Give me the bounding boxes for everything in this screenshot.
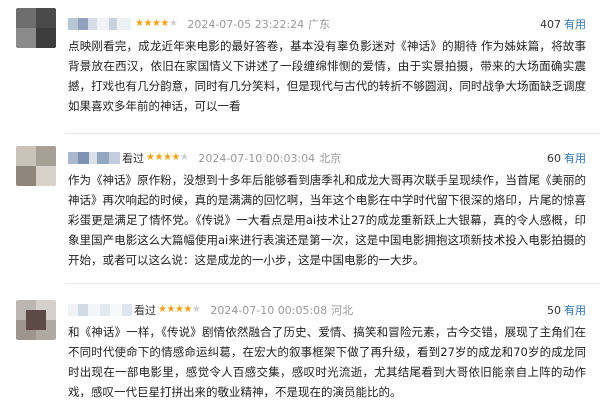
- useful-button[interactable]: 有用: [564, 16, 586, 32]
- review-timestamp: 2024-07-10 00:05:08: [210, 304, 328, 317]
- review-text: 和《神话》一样，《传说》剧情依然融合了历史、爱情、搞笑和冒险元素，古今交错，展现…: [68, 325, 586, 399]
- vote-count: 407: [540, 17, 561, 31]
- review-item: ★ ★ ★ ★ ★ 2024-07-05 23:22:24 广东 407 有用 点…: [0, 0, 600, 130]
- avatar[interactable]: [16, 8, 56, 48]
- review-text: 作为《神话》原作粉，没想到十多年后能够看到唐季礼和成龙大哥再次联手呈现续作，当首…: [68, 173, 586, 267]
- star-icon: ★: [166, 304, 175, 315]
- star-icon: ★: [143, 18, 152, 29]
- vote-count: 60: [547, 151, 561, 165]
- username-mosaic[interactable]: [68, 18, 131, 30]
- review-timestamp: 2024-07-10 00:03:04: [198, 152, 316, 165]
- star-icon: ★: [174, 304, 184, 315]
- star-icon: ★: [171, 152, 180, 163]
- star-empty-icon: ★: [179, 152, 189, 163]
- star-icon: ★: [183, 304, 192, 315]
- vote-count: 50: [547, 303, 561, 317]
- star-icon: ★: [158, 304, 167, 315]
- star-icon: ★: [162, 152, 172, 163]
- star-icon: ★: [151, 18, 161, 29]
- star-icon: ★: [146, 152, 155, 163]
- review-location: 河北: [331, 304, 354, 317]
- rating-stars: ★ ★ ★ ★ ★: [146, 152, 189, 163]
- username-mosaic[interactable]: [68, 152, 120, 164]
- review-location: 北京: [319, 152, 342, 165]
- star-icon: ★: [135, 18, 144, 29]
- watched-label: 看过: [134, 304, 156, 317]
- star-icon: ★: [154, 152, 163, 163]
- review-timestamp: 2024-07-05 23:22:24: [187, 18, 305, 31]
- review-item: 看过 ★ ★ ★ ★ ★ 2024-07-10 00:03:04 北京 60 有用…: [0, 136, 600, 286]
- username-mosaic[interactable]: [68, 304, 132, 316]
- watched-label: 看过: [122, 152, 144, 165]
- rating-stars: ★ ★ ★ ★ ★: [158, 304, 201, 315]
- useful-button[interactable]: 有用: [564, 302, 586, 318]
- star-empty-icon: ★: [168, 18, 178, 29]
- review-item: 看过 ★ ★ ★ ★ ★ 2024-07-10 00:05:08 河北 50 有用…: [0, 286, 600, 402]
- star-empty-icon: ★: [191, 304, 201, 315]
- avatar[interactable]: [16, 146, 56, 186]
- divider: [65, 133, 600, 134]
- avatar[interactable]: [16, 300, 56, 340]
- star-icon: ★: [160, 18, 169, 29]
- divider: [65, 283, 600, 284]
- useful-button[interactable]: 有用: [564, 150, 586, 166]
- review-location: 广东: [308, 18, 331, 31]
- rating-stars: ★ ★ ★ ★ ★: [135, 18, 178, 29]
- review-text: 点映刚看完，成龙近年来电影的最好答卷，基本没有辜负影迷对《神话》的期待 作为姊妹…: [68, 39, 586, 113]
